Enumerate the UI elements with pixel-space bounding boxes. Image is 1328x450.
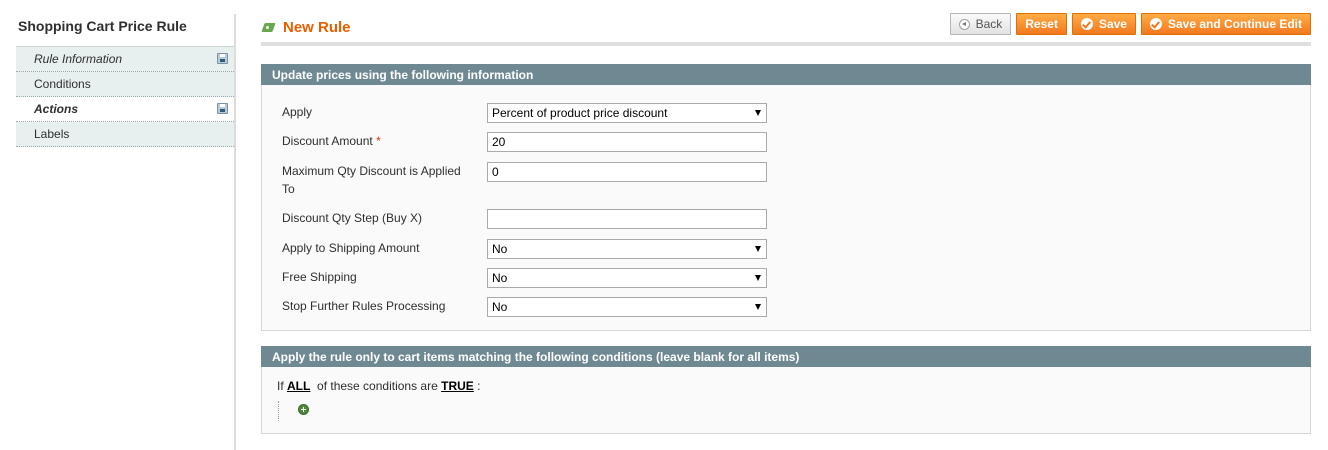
back-button-label: Back bbox=[975, 17, 1003, 31]
discount-amount-input[interactable]: 20 bbox=[487, 132, 767, 152]
tab-list: Rule Information Conditions Actions Labe… bbox=[16, 46, 236, 147]
free-shipping-select[interactable]: No bbox=[487, 268, 767, 288]
aggregator-toggle[interactable]: ALL bbox=[287, 379, 310, 393]
conditions-fieldset-legend: Apply the rule only to cart items matchi… bbox=[261, 346, 1311, 367]
condition-middle: of these conditions are bbox=[317, 379, 438, 393]
add-condition-icon[interactable] bbox=[298, 404, 309, 415]
condition-prefix: If bbox=[277, 379, 284, 393]
actions-fieldset-legend: Update prices using the following inform… bbox=[261, 64, 1311, 85]
max-qty-input[interactable]: 0 bbox=[487, 162, 767, 182]
back-arrow-icon bbox=[958, 18, 970, 30]
apply-shipping-select[interactable]: No bbox=[487, 239, 767, 259]
changed-icon bbox=[217, 103, 228, 114]
tab-labels[interactable]: Labels bbox=[16, 122, 236, 147]
required-mark: * bbox=[376, 134, 381, 148]
page-title: New Rule bbox=[261, 19, 351, 36]
tag-icon bbox=[261, 22, 277, 34]
tab-label: Actions bbox=[34, 102, 79, 116]
tab-actions[interactable]: Actions bbox=[16, 97, 236, 122]
tab-label: Conditions bbox=[34, 77, 91, 91]
free-shipping-label: Free Shipping bbox=[282, 270, 357, 284]
discount-amount-label: Discount Amount * bbox=[282, 132, 472, 150]
condition-tree-line bbox=[278, 401, 279, 421]
value-toggle[interactable]: TRUE bbox=[441, 379, 474, 393]
condition-statement: If ALL of these conditions are TRUE : bbox=[277, 379, 480, 393]
reset-button[interactable]: Reset bbox=[1016, 13, 1067, 35]
apply-select[interactable]: Percent of product price discount bbox=[487, 103, 767, 123]
apply-label: Apply bbox=[282, 105, 313, 119]
save-and-continue-label: Save and Continue Edit bbox=[1167, 17, 1302, 31]
reset-button-label: Reset bbox=[1025, 17, 1058, 31]
check-icon bbox=[1080, 18, 1093, 30]
stop-rules-select[interactable]: No bbox=[487, 297, 767, 317]
condition-suffix: : bbox=[477, 379, 481, 393]
max-qty-label: Maximum Qty Discount is Applied To bbox=[282, 164, 461, 196]
tab-label: Rule Information bbox=[34, 52, 123, 66]
apply-shipping-label: Apply to Shipping Amount bbox=[282, 241, 420, 255]
page-header: New Rule Back Reset Save Save and Contin… bbox=[261, 0, 1311, 46]
stop-rules-label: Stop Further Rules Processing bbox=[282, 299, 446, 313]
back-button[interactable]: Back bbox=[949, 13, 1012, 35]
tab-conditions[interactable]: Conditions bbox=[16, 72, 236, 97]
changed-icon bbox=[217, 53, 228, 64]
tab-rule-information[interactable]: Rule Information bbox=[16, 47, 236, 72]
tab-label: Labels bbox=[34, 127, 70, 141]
conditions-fieldset: Apply the rule only to cart items matchi… bbox=[261, 346, 1311, 434]
save-and-continue-button[interactable]: Save and Continue Edit bbox=[1140, 13, 1311, 35]
sidebar: Shopping Cart Price Rule Rule Informatio… bbox=[16, 0, 236, 147]
check-icon bbox=[1149, 18, 1162, 30]
sidebar-divider bbox=[234, 14, 236, 450]
discount-amount-label-text: Discount Amount bbox=[282, 134, 373, 148]
save-button[interactable]: Save bbox=[1071, 13, 1136, 35]
discount-step-label: Discount Qty Step (Buy X) bbox=[282, 211, 423, 225]
page-title-text: New Rule bbox=[283, 19, 351, 36]
discount-step-input[interactable] bbox=[487, 209, 767, 229]
save-button-label: Save bbox=[1098, 17, 1127, 31]
actions-fieldset: Update prices using the following inform… bbox=[261, 64, 1311, 331]
toolbar: Back Reset Save Save and Continue Edit bbox=[949, 13, 1311, 35]
sidebar-title: Shopping Cart Price Rule bbox=[18, 18, 187, 34]
